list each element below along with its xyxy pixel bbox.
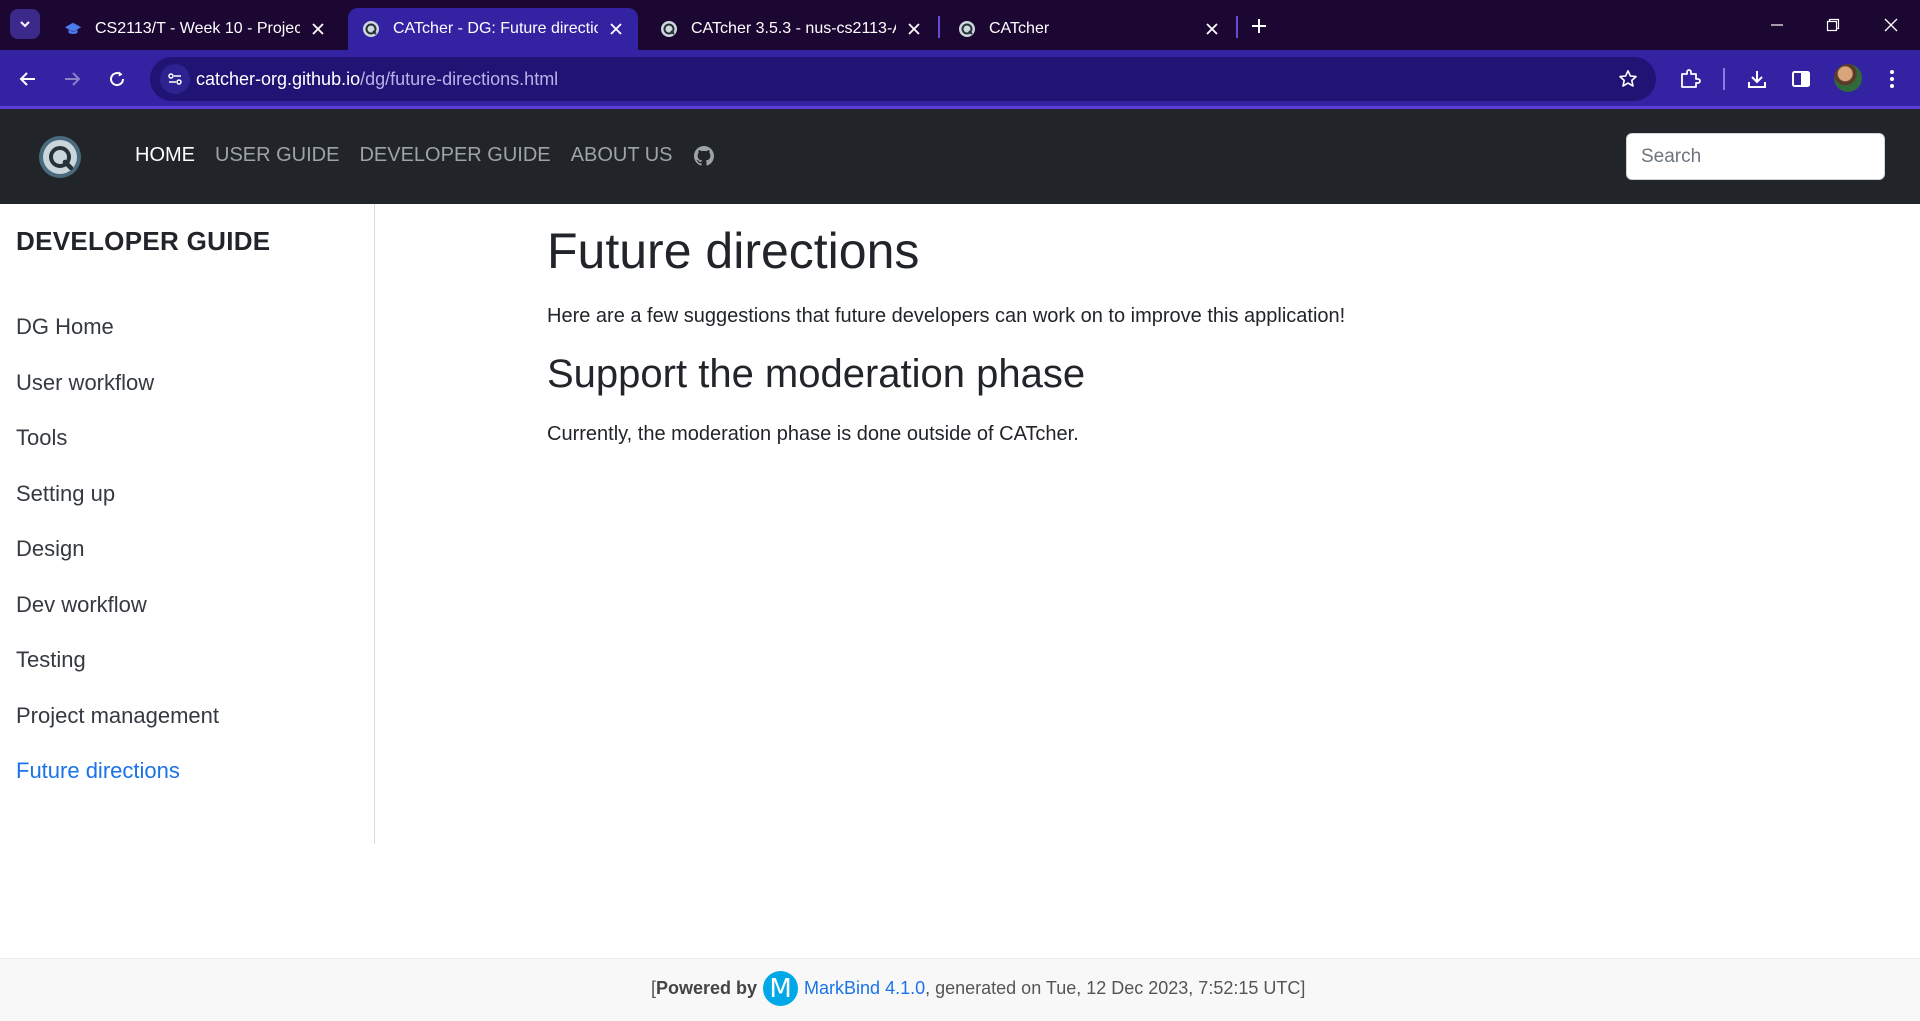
plus-icon — [1252, 19, 1266, 33]
close-icon — [1884, 18, 1898, 32]
footer-generated: , generated on Tue, 12 Dec 2023, 7:52:15… — [925, 978, 1306, 998]
nav-developer-guide[interactable]: DEVELOPER GUIDE — [359, 144, 550, 167]
side-panel-icon — [1792, 71, 1810, 87]
minimize-icon — [1771, 24, 1783, 26]
sidebar-item-design[interactable]: Design — [16, 536, 219, 592]
tab-title: CATcher — [989, 20, 1050, 37]
github-icon[interactable] — [693, 145, 715, 167]
close-icon[interactable] — [308, 19, 328, 39]
markbind-link[interactable]: MarkBind 4.1.0 — [804, 978, 925, 999]
page-footer: [Powered by M MarkBind 4.1.0, generated … — [0, 958, 1920, 1021]
markbind-logo[interactable]: M — [763, 971, 799, 1006]
site-info-icon[interactable] — [160, 64, 190, 94]
downloads-button[interactable] — [1741, 63, 1773, 95]
sidebar-heading: DEVELOPER GUIDE — [16, 226, 271, 256]
section-heading: Support the moderation phase — [547, 352, 1086, 396]
profile-avatar[interactable] — [1834, 64, 1862, 92]
address-bar[interactable]: catcher-org.github.io/dg/future-directio… — [150, 57, 1656, 101]
intro-paragraph: Here are a few suggestions that future d… — [547, 305, 1346, 327]
sidebar-item-dev-workflow[interactable]: Dev workflow — [16, 592, 219, 648]
reload-button[interactable] — [101, 63, 133, 95]
side-panel-button[interactable] — [1785, 63, 1817, 95]
catcher-icon — [362, 20, 380, 38]
sidebar-item-testing[interactable]: Testing — [16, 647, 219, 703]
sidebar: DEVELOPER GUIDE DG Home User workflow To… — [0, 204, 375, 844]
url-text[interactable]: catcher-org.github.io/dg/future-directio… — [196, 69, 558, 90]
minimize-button[interactable] — [1762, 10, 1792, 40]
url-domain: catcher-org.github.io — [196, 69, 361, 89]
toolbar-separator — [1723, 68, 1725, 90]
star-icon[interactable] — [1616, 67, 1640, 91]
sidebar-item-dg-home[interactable]: DG Home — [16, 314, 219, 370]
browser-toolbar: catcher-org.github.io/dg/future-directio… — [0, 50, 1920, 108]
arrow-right-icon — [65, 72, 81, 86]
back-button[interactable] — [12, 63, 44, 95]
sidebar-item-project-management[interactable]: Project management — [16, 703, 219, 759]
browser-tab-active[interactable]: CATcher - DG: Future directions — [348, 8, 638, 50]
browser-tab[interactable]: CATcher 3.5.3 - nus-cs2113-AY2 — [646, 8, 936, 50]
url-path: /dg/future-directions.html — [360, 69, 559, 89]
close-icon[interactable] — [606, 19, 626, 39]
footer-text: [Powered by M MarkBind 4.1.0, generated … — [651, 971, 1305, 1006]
tab-search-button[interactable] — [10, 9, 40, 39]
close-icon[interactable] — [1202, 19, 1222, 39]
section-paragraph: Currently, the moderation phase is done … — [547, 423, 1079, 445]
footer-powered-by: Powered by — [656, 978, 758, 998]
nav-user-guide[interactable]: USER GUIDE — [215, 144, 339, 167]
sidebar-nav: DG Home User workflow Tools Setting up D… — [16, 314, 219, 814]
chevron-down-icon — [20, 21, 30, 28]
nav-about-us[interactable]: ABOUT US — [571, 144, 673, 167]
menu-button[interactable] — [1876, 63, 1908, 95]
site-navbar: HOME USER GUIDE DEVELOPER GUIDE ABOUT US — [0, 109, 1920, 204]
close-window-button[interactable] — [1876, 10, 1906, 40]
new-tab-button[interactable] — [1246, 13, 1272, 39]
puzzle-icon — [1681, 69, 1701, 88]
catcher-icon — [660, 20, 678, 38]
browser-tabstrip: CS2113/T - Week 10 - Project CATcher - D… — [0, 0, 1920, 50]
graduation-cap-icon — [64, 20, 82, 38]
page-title: Future directions — [547, 223, 920, 279]
restore-icon — [1826, 18, 1840, 32]
more-vertical-icon — [1890, 70, 1894, 88]
catcher-icon — [958, 20, 976, 38]
restore-button[interactable] — [1818, 10, 1848, 40]
tab-title: CS2113/T - Week 10 - Project — [95, 20, 300, 37]
search-input[interactable] — [1626, 133, 1885, 180]
tab-separator — [938, 16, 940, 38]
tab-title: CATcher 3.5.3 - nus-cs2113-AY2 — [691, 20, 896, 37]
tab-separator — [1236, 16, 1238, 38]
browser-tab[interactable]: CS2113/T - Week 10 - Project — [50, 8, 340, 50]
browser-tab[interactable]: CATcher — [944, 8, 1234, 50]
sidebar-item-tools[interactable]: Tools — [16, 425, 219, 481]
forward-button[interactable] — [56, 63, 88, 95]
nav-home[interactable]: HOME — [135, 144, 195, 167]
sidebar-item-future-directions[interactable]: Future directions — [16, 758, 219, 814]
sidebar-item-user-workflow[interactable]: User workflow — [16, 370, 219, 426]
extensions-button[interactable] — [1674, 63, 1706, 95]
arrow-left-icon — [19, 72, 35, 86]
reload-icon — [110, 71, 125, 87]
download-icon — [1748, 71, 1766, 88]
tab-title: CATcher - DG: Future directions — [393, 20, 598, 37]
nav-links: HOME USER GUIDE DEVELOPER GUIDE ABOUT US — [135, 144, 715, 167]
catcher-logo[interactable] — [38, 135, 82, 179]
close-icon[interactable] — [904, 19, 924, 39]
sidebar-item-setting-up[interactable]: Setting up — [16, 481, 219, 537]
